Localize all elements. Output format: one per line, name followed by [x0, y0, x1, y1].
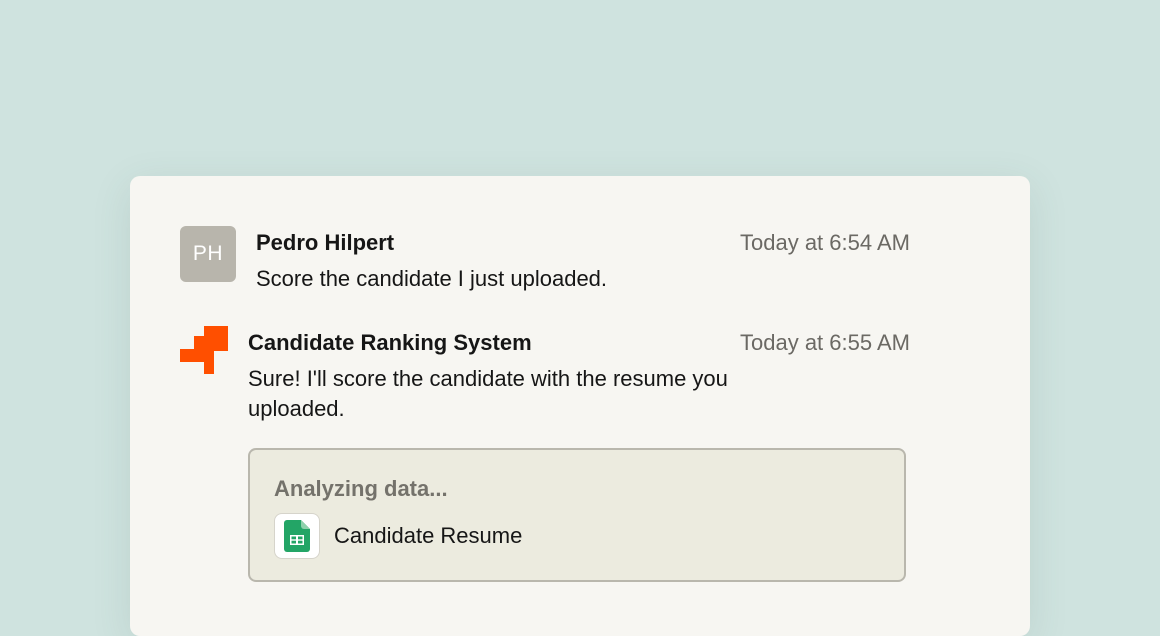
analysis-status-card: Analyzing data... Candidate Resume [248, 448, 906, 582]
zapier-style-logo-icon [180, 326, 228, 374]
chat-panel: PH Pedro Hilpert Today at 6:54 AM Score … [130, 176, 1030, 636]
message-timestamp: Today at 6:54 AM [740, 230, 910, 255]
message-author: Candidate Ranking System [248, 330, 532, 355]
user-message: PH Pedro Hilpert Today at 6:54 AM Score … [180, 226, 910, 296]
status-title: Analyzing data... [274, 476, 448, 501]
attachment-name: Candidate Resume [334, 523, 523, 548]
message-text: Score the candidate I just uploaded. [256, 266, 608, 291]
avatar: PH [180, 226, 236, 282]
bot-message: Candidate Ranking System Today at 6:55 A… [180, 326, 910, 586]
google-sheets-icon [274, 513, 320, 559]
attachment-chip[interactable]: Candidate Resume [274, 512, 522, 560]
message-text: Sure! I'll score the candidate with the … [248, 366, 728, 421]
message-author: Pedro Hilpert [256, 230, 395, 255]
message-timestamp: Today at 6:55 AM [740, 330, 910, 355]
